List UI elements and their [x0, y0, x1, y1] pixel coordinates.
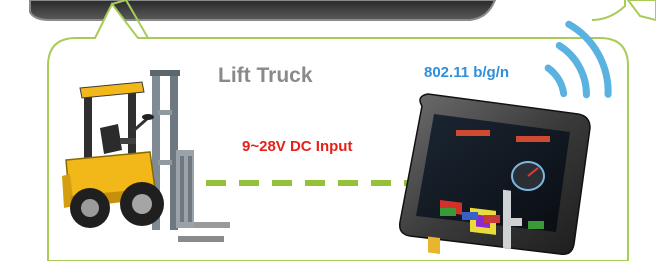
tablet-panel-pc: [398, 93, 591, 256]
device-label: Lift Truck: [218, 64, 313, 87]
wireless-standard-label: 802.11 b/g/n: [424, 64, 510, 81]
power-input-label: 9~28V DC Input: [242, 138, 353, 155]
diagram-canvas: [0, 0, 656, 261]
top-image-strip: [0, 0, 656, 22]
